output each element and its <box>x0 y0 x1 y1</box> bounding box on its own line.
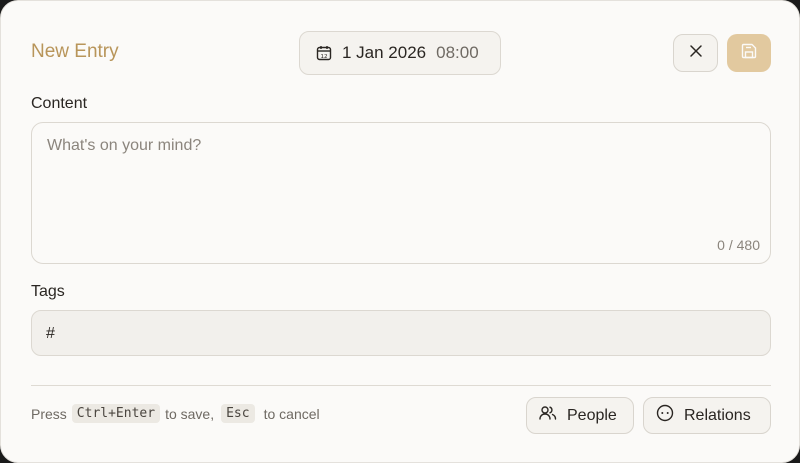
people-label: People <box>567 406 617 424</box>
content-textarea[interactable]: What's on your mind? 0 / 480 <box>31 122 771 264</box>
relations-button[interactable]: Relations <box>643 397 771 434</box>
dialog-title: New Entry <box>31 41 119 62</box>
date-time-picker[interactable]: 12 1 Jan 2026 08:00 <box>299 31 501 75</box>
content-label: Content <box>31 95 88 112</box>
date-value: 1 Jan 2026 <box>342 43 427 62</box>
close-icon <box>689 44 703 63</box>
calendar-day: 12 <box>321 54 328 60</box>
save-button[interactable] <box>727 34 771 72</box>
hint-press: Press <box>31 405 67 422</box>
hash-prefix: # <box>46 325 55 342</box>
people-icon <box>539 405 557 426</box>
time-value: 08:00 <box>436 43 479 62</box>
save-icon <box>741 43 757 64</box>
tags-input[interactable]: # <box>31 310 771 356</box>
new-entry-dialog: New Entry 12 1 Jan 2026 08:00 Content Wh… <box>0 0 800 463</box>
footer-divider <box>31 385 771 386</box>
tags-label: Tags <box>31 283 65 300</box>
relations-icon <box>656 404 674 427</box>
relations-label: Relations <box>684 406 751 424</box>
hint-to-cancel: to cancel <box>263 405 320 422</box>
content-placeholder: What's on your mind? <box>47 137 202 154</box>
kbd-ctrl-enter: Ctrl+Enter <box>71 404 161 423</box>
kbd-esc: Esc <box>221 404 255 423</box>
keyboard-hint: Press Ctrl+Enter to save, Esc to cancel <box>31 404 320 423</box>
hint-to-save: to save, <box>165 405 215 422</box>
close-button[interactable] <box>673 34 718 72</box>
calendar-icon: 12 <box>316 45 332 61</box>
character-counter: 0 / 480 <box>717 237 760 253</box>
people-button[interactable]: People <box>526 397 634 434</box>
